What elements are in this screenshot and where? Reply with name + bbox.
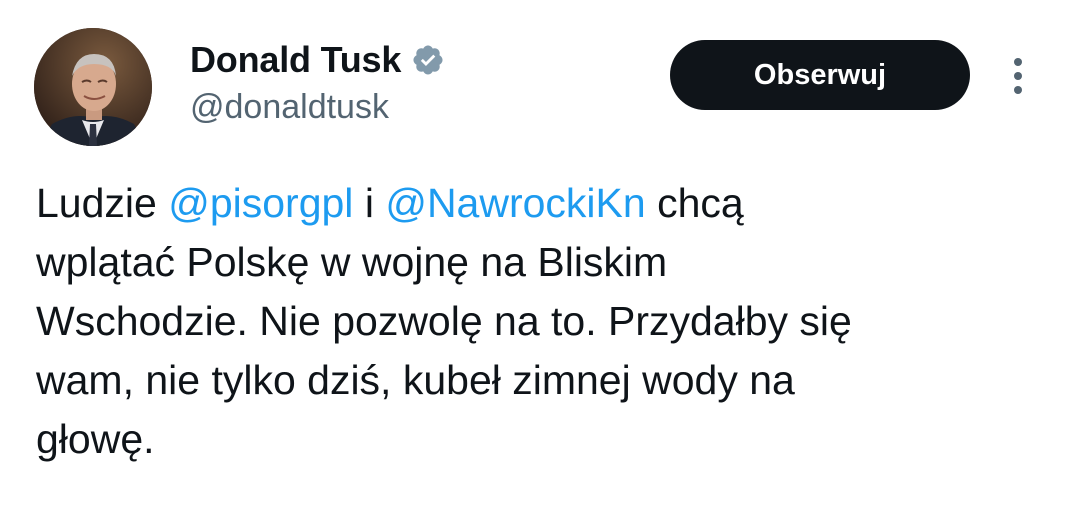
tweet-line-2: wplątać Polskę w wojnę na Bliskim	[36, 239, 668, 285]
more-vertical-icon[interactable]	[1004, 54, 1032, 98]
tweet-line-4: wam, nie tylko dziś, kubeł zimnej wody n…	[36, 357, 795, 403]
tweet-text-segment: i	[353, 180, 386, 226]
tweet-line-3: Wschodzie. Nie pozwolę na to. Przydałby …	[36, 298, 852, 344]
author-name-row: Donald Tusk	[190, 38, 445, 82]
avatar-image	[34, 28, 152, 146]
author-handle[interactable]: @donaldtusk	[190, 88, 389, 127]
tweet-card: Donald Tusk @donaldtusk Obserwuj Ludzie …	[0, 0, 1078, 512]
follow-button[interactable]: Obserwuj	[670, 40, 970, 110]
tweet-line-1: Ludzie @pisorgpl i @NawrockiKn chcą	[36, 174, 1046, 233]
tweet-line-5: głowę.	[36, 416, 155, 462]
tweet-text-segment: chcą	[645, 180, 744, 226]
mention-pisorgpl[interactable]: @pisorgpl	[168, 180, 353, 226]
tweet-text: Ludzie @pisorgpl i @NawrockiKn chcą wplą…	[36, 174, 1046, 469]
tweet-text-segment: Ludzie	[36, 180, 169, 226]
mention-nawrockikn[interactable]: @NawrockiKn	[385, 180, 645, 226]
avatar[interactable]	[34, 28, 152, 146]
verified-badge-icon	[411, 43, 445, 77]
display-name[interactable]: Donald Tusk	[190, 39, 401, 81]
